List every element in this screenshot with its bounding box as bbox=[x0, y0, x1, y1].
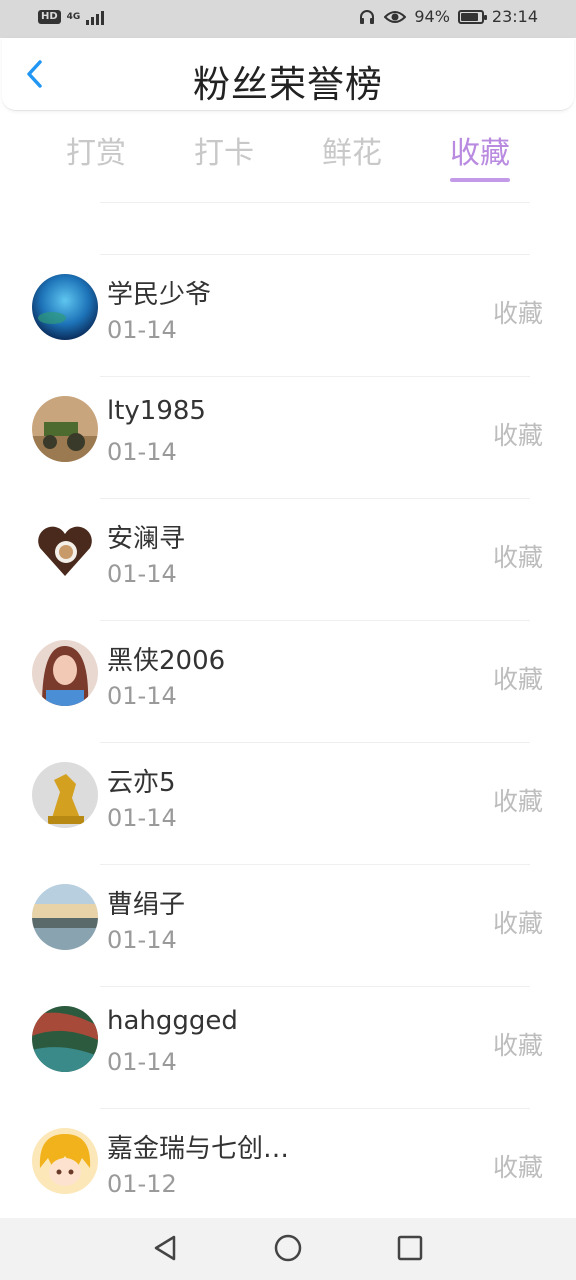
list-item-partial[interactable]: 01-14 bbox=[0, 190, 576, 212]
divider bbox=[100, 202, 530, 203]
list-item-action: 收藏 bbox=[492, 543, 543, 572]
tab-tip[interactable]: 打赏 bbox=[66, 128, 126, 172]
tab-label: 打赏 bbox=[66, 136, 126, 171]
triangle-back-icon bbox=[154, 1235, 176, 1261]
list-item-date: 01-14 bbox=[107, 438, 177, 466]
list-item-date: 01-14 bbox=[107, 1048, 177, 1076]
list-item-action: 收藏 bbox=[492, 299, 543, 328]
nav-recents-button[interactable] bbox=[394, 1232, 426, 1264]
signal-icon bbox=[86, 9, 105, 25]
list-item[interactable]: 曹绢子 01-14 收藏 bbox=[0, 864, 576, 986]
battery-fill bbox=[460, 12, 478, 21]
avatar bbox=[32, 762, 98, 828]
list-item-action: 收藏 bbox=[492, 787, 543, 816]
fan-list[interactable]: 01-14 学民少爷 01-14 收藏 lty1985 bbox=[0, 190, 576, 1218]
avatar bbox=[32, 518, 98, 584]
list-item[interactable]: lty1985 01-14 收藏 bbox=[0, 376, 576, 498]
battery-icon bbox=[457, 9, 487, 24]
list-item-date: 01-14 bbox=[107, 560, 177, 588]
divider bbox=[100, 1108, 530, 1109]
battery-percent: 94% bbox=[414, 7, 450, 26]
list-item[interactable]: 云亦5 01-14 收藏 bbox=[0, 742, 576, 864]
avatar bbox=[32, 1006, 98, 1072]
square-recents-icon bbox=[397, 1235, 423, 1261]
tab-label: 鲜花 bbox=[322, 136, 382, 171]
divider bbox=[100, 376, 530, 377]
tab-favorites[interactable]: 收藏 bbox=[450, 128, 510, 182]
divider bbox=[100, 742, 530, 743]
list-item-date: 01-14 bbox=[107, 926, 177, 954]
list-item-name: 学民少爷 bbox=[107, 280, 212, 310]
list-item[interactable]: hahggged 01-14 收藏 bbox=[0, 986, 576, 1108]
hd-icon: HD bbox=[38, 10, 61, 24]
list-item-date: 01-14 bbox=[107, 804, 177, 832]
list-item-name: 黑侠2006 bbox=[107, 646, 226, 676]
status-bar: HD 4G 94% 23:14 bbox=[0, 0, 576, 38]
divider bbox=[100, 986, 530, 987]
tab-bar: 打赏 打卡 鲜花 收藏 bbox=[0, 128, 576, 188]
list-item-action: 收藏 bbox=[492, 1031, 543, 1060]
tab-label: 收藏 bbox=[450, 136, 510, 171]
nav-back-button[interactable] bbox=[150, 1232, 182, 1264]
circle-home-icon bbox=[274, 1234, 302, 1262]
list-item-action: 收藏 bbox=[492, 1153, 543, 1182]
tab-label: 打卡 bbox=[194, 136, 254, 171]
avatar bbox=[32, 396, 98, 462]
list-item[interactable]: 学民少爷 01-14 收藏 bbox=[0, 254, 576, 376]
system-nav-bar bbox=[0, 1218, 576, 1280]
list-item[interactable]: 安澜寻 01-14 收藏 bbox=[0, 498, 576, 620]
status-bar-left: HD 4G bbox=[38, 9, 105, 25]
list-item-name: 云亦5 bbox=[107, 768, 176, 798]
header: 粉丝荣誉榜 bbox=[2, 38, 574, 111]
list-item-action: 收藏 bbox=[492, 909, 543, 938]
status-bar-right: 94% 23:14 bbox=[358, 7, 538, 26]
headphones-icon bbox=[360, 9, 375, 24]
avatar bbox=[32, 884, 98, 950]
divider bbox=[100, 620, 530, 621]
tab-active-indicator bbox=[450, 178, 510, 182]
list-item-date: 01-12 bbox=[107, 1170, 177, 1198]
tab-flowers[interactable]: 鲜花 bbox=[322, 128, 382, 172]
avatar bbox=[32, 640, 98, 706]
list-item-action: 收藏 bbox=[492, 665, 543, 694]
divider bbox=[100, 254, 530, 255]
list-item[interactable]: 嘉金瑞与七创… 01-12 收藏 bbox=[0, 1108, 576, 1218]
divider bbox=[100, 864, 530, 865]
list-item-date: 01-14 bbox=[107, 682, 177, 710]
list-item-name: lty1985 bbox=[107, 396, 206, 426]
network-type: 4G bbox=[66, 11, 81, 22]
page-title: 粉丝荣誉榜 bbox=[193, 63, 383, 106]
eye-icon bbox=[384, 10, 407, 23]
list-item-name: 安澜寻 bbox=[107, 524, 186, 554]
clock: 23:14 bbox=[491, 7, 538, 26]
list-item-date: 01-14 bbox=[107, 316, 177, 344]
divider bbox=[100, 498, 530, 499]
avatar bbox=[32, 274, 98, 340]
list-item-name: hahggged bbox=[107, 1006, 238, 1036]
list-item-name: 曹绢子 bbox=[107, 890, 186, 920]
list-item[interactable]: 黑侠2006 01-14 收藏 bbox=[0, 620, 576, 742]
list-item-name: 嘉金瑞与七创… bbox=[107, 1134, 290, 1164]
list-item-action: 收藏 bbox=[492, 421, 543, 450]
avatar bbox=[32, 1128, 98, 1194]
tab-checkin[interactable]: 打卡 bbox=[194, 128, 254, 172]
nav-home-button[interactable] bbox=[272, 1232, 304, 1264]
